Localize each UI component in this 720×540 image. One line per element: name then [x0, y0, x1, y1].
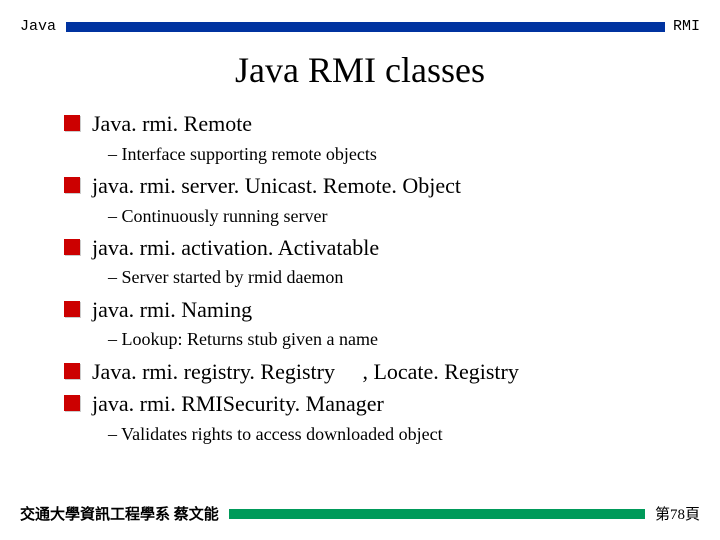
header: Java RMI — [0, 0, 720, 43]
list-item-text: java. rmi. Naming — [92, 295, 252, 325]
list-item: java. rmi. Naming — [64, 295, 680, 325]
list-item-text: java. rmi. server. Unicast. Remote. Obje… — [92, 171, 461, 201]
footer-bar — [229, 509, 645, 519]
bullet-icon — [64, 177, 80, 193]
content-area: Java. rmi. Remote – Interface supporting … — [0, 109, 720, 447]
header-bar — [66, 22, 665, 32]
footer-right-text: 第78頁 — [655, 503, 700, 524]
slide-title: Java RMI classes — [0, 49, 720, 91]
list-item-sub: – Validates rights to access downloaded … — [108, 422, 680, 447]
footer: 交通大學資訊工程學系 蔡文能 第78頁 — [0, 503, 720, 524]
list-item-sub: – Interface supporting remote objects — [108, 142, 680, 167]
list-item-text: java. rmi. RMISecurity. Manager — [92, 389, 384, 419]
list-item-sub: – Lookup: Returns stub given a name — [108, 327, 680, 352]
list-item-sub: – Server started by rmid daemon — [108, 265, 680, 290]
list-item: java. rmi. RMISecurity. Manager — [64, 389, 680, 419]
bullet-icon — [64, 115, 80, 131]
list-item: java. rmi. activation. Activatable — [64, 233, 680, 263]
header-right-text: RMI — [673, 18, 700, 35]
list-item-text: Java. rmi. registry. Registry , Locate. … — [92, 357, 519, 387]
bullet-icon — [64, 395, 80, 411]
list-item: Java. rmi. Remote — [64, 109, 680, 139]
footer-left-text: 交通大學資訊工程學系 蔡文能 — [20, 503, 219, 524]
list-item-text: java. rmi. activation. Activatable — [92, 233, 379, 263]
list-item: java. rmi. server. Unicast. Remote. Obje… — [64, 171, 680, 201]
bullet-icon — [64, 239, 80, 255]
list-item-sub: – Continuously running server — [108, 204, 680, 229]
bullet-icon — [64, 363, 80, 379]
bullet-icon — [64, 301, 80, 317]
list-item: Java. rmi. registry. Registry , Locate. … — [64, 357, 680, 387]
header-left-text: Java — [20, 18, 56, 35]
list-item-text: Java. rmi. Remote — [92, 109, 252, 139]
